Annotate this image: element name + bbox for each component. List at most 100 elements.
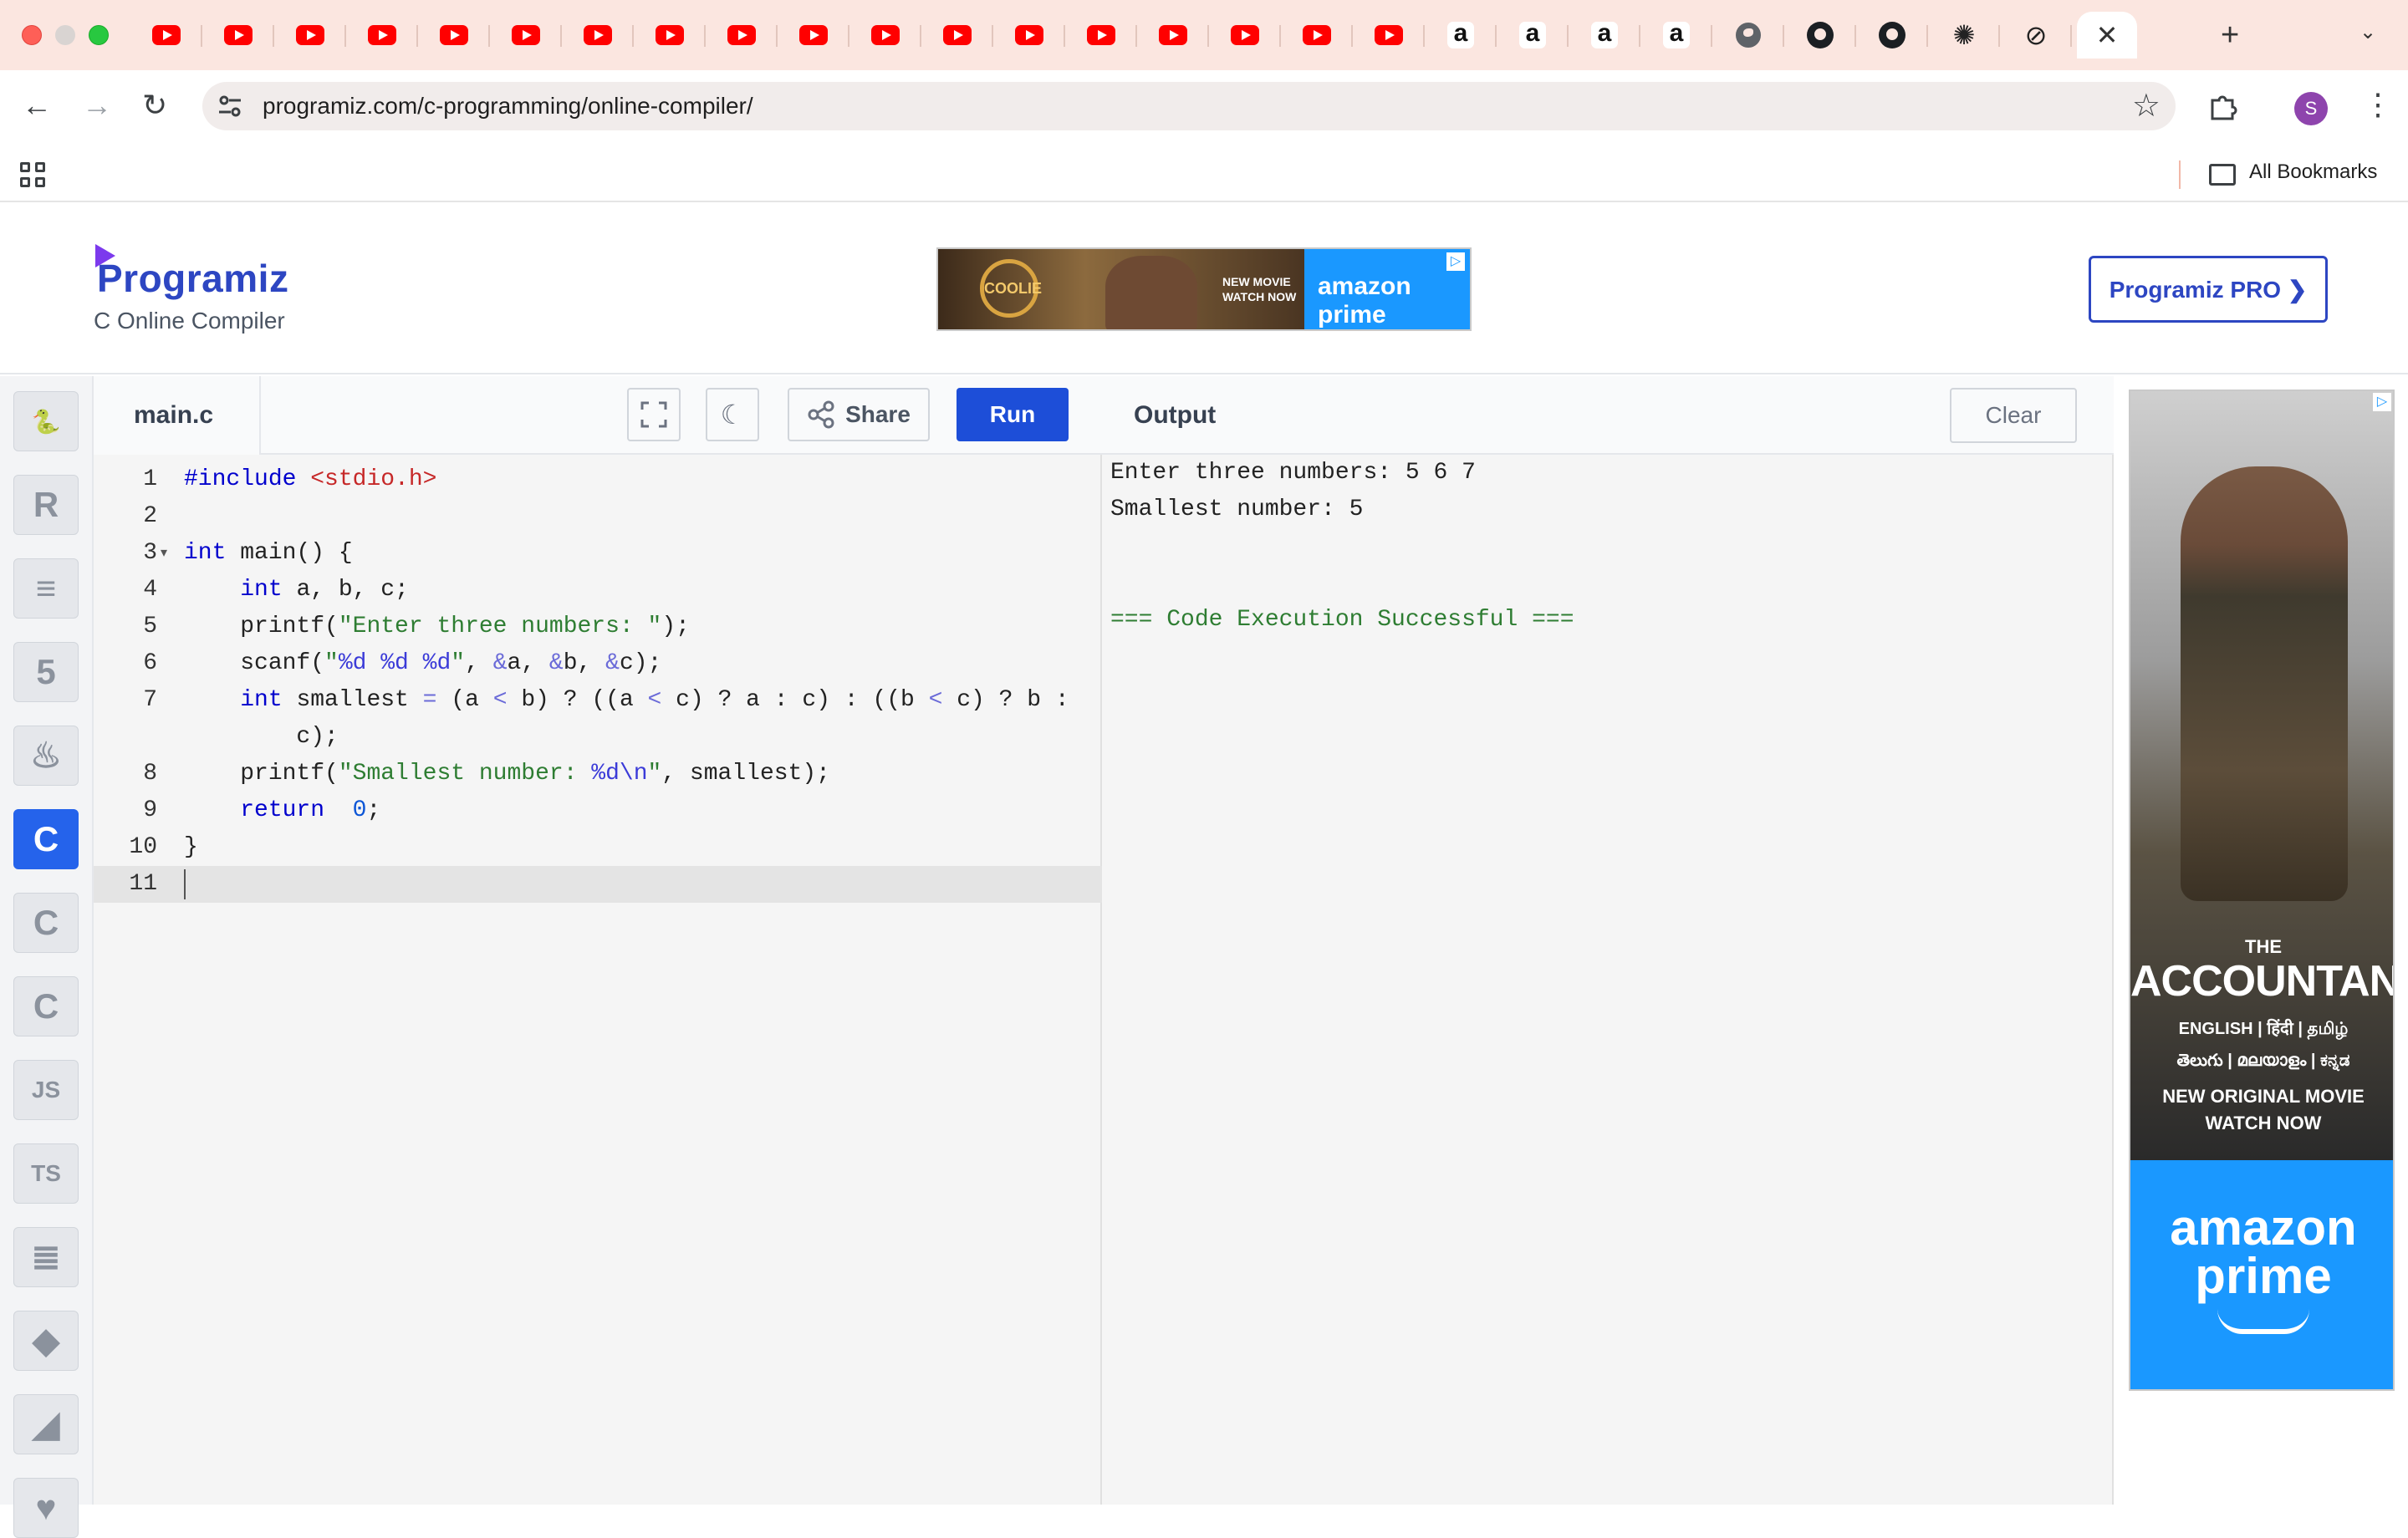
- code-line[interactable]: 4 int a, b, c;: [94, 572, 1102, 609]
- amazon-icon: a: [1519, 21, 1546, 48]
- code-line[interactable]: 9 return 0;: [94, 792, 1102, 829]
- browser-tab[interactable]: [634, 12, 706, 59]
- language-swift-button[interactable]: ◆: [13, 1311, 79, 1371]
- back-icon[interactable]: ←: [22, 87, 52, 124]
- address-bar[interactable]: programiz.com/c-programming/online-compi…: [202, 82, 2176, 130]
- browser-tab[interactable]: [1712, 12, 1784, 59]
- browser-tab[interactable]: a: [1569, 12, 1640, 59]
- reload-icon[interactable]: ↻: [142, 87, 167, 124]
- code-line[interactable]: 1 #include <stdio.h>: [94, 461, 1102, 498]
- bookmark-star-icon[interactable]: ☆: [2132, 87, 2161, 125]
- browser-tab[interactable]: [921, 12, 993, 59]
- close-tab-icon[interactable]: ✕: [2096, 19, 2119, 51]
- code-line[interactable]: c);: [94, 719, 1102, 756]
- browser-tab[interactable]: [490, 12, 562, 59]
- browser-tab[interactable]: [1784, 12, 1856, 59]
- language-typescript-button[interactable]: TS: [13, 1143, 79, 1204]
- browser-tab[interactable]: [202, 12, 274, 59]
- language-c-button[interactable]: C: [13, 809, 79, 869]
- browser-tab[interactable]: [418, 12, 490, 59]
- code-line[interactable]: 3 ▾ int main() {: [94, 535, 1102, 572]
- side-ad[interactable]: THE ACCOUNTANT² ENGLISH | हिंदी | தமிழ் …: [2129, 390, 2395, 1391]
- browser-tab[interactable]: [1281, 12, 1353, 59]
- code-line[interactable]: 2: [94, 498, 1102, 535]
- browser-tab[interactable]: [706, 12, 778, 59]
- csharp-icon: C: [33, 986, 59, 1026]
- youtube-icon: [656, 25, 684, 45]
- browser-tab[interactable]: [1353, 12, 1425, 59]
- browser-tab[interactable]: a: [1497, 12, 1569, 59]
- code-line[interactable]: 11: [94, 866, 1102, 903]
- file-tab-main-c[interactable]: main.c: [94, 376, 261, 455]
- active-browser-tab[interactable]: ✕: [2077, 12, 2137, 59]
- browser-tab[interactable]: a: [1640, 12, 1712, 59]
- code-line[interactable]: 6 scanf("%d %d %d", &a, &b, &c);: [94, 645, 1102, 682]
- language-html-button[interactable]: 5: [13, 642, 79, 702]
- fold-arrow-icon[interactable]: ▾: [161, 535, 167, 572]
- forward-icon[interactable]: →: [82, 87, 112, 124]
- run-button[interactable]: Run: [957, 388, 1069, 441]
- dark-mode-button[interactable]: ☾: [706, 388, 759, 441]
- language-javascript-button[interactable]: JS: [13, 1060, 79, 1120]
- browser-tab[interactable]: ✺: [1928, 12, 2000, 59]
- language-rust-button[interactable]: ◢: [13, 1394, 79, 1454]
- language-csharp-button[interactable]: C: [13, 976, 79, 1036]
- language-cpp-button[interactable]: C: [13, 893, 79, 953]
- browser-tab[interactable]: ⊘: [2000, 12, 2072, 59]
- browser-tab[interactable]: a: [1425, 12, 1497, 59]
- language-r-button[interactable]: R: [13, 475, 79, 535]
- profile-avatar[interactable]: S: [2294, 92, 2328, 125]
- language-sql-button[interactable]: ≡: [13, 558, 79, 619]
- browser-tab[interactable]: [274, 12, 346, 59]
- language-python-button[interactable]: 🐍: [13, 391, 79, 451]
- folder-icon[interactable]: [2209, 164, 2236, 186]
- tab-search-icon[interactable]: ⌄: [2360, 20, 2376, 44]
- code-text: c);: [184, 724, 339, 750]
- new-tab-button[interactable]: +: [2221, 17, 2239, 53]
- browser-tab[interactable]: [130, 12, 202, 59]
- editor-pane: main.c ☾ Share Run 1 #include <stdio.h> 2 3…: [94, 376, 1102, 1505]
- minimize-window-button[interactable]: [55, 25, 75, 45]
- browser-tab[interactable]: [346, 12, 418, 59]
- programiz-pro-button[interactable]: Programiz PRO ❯: [2089, 256, 2328, 323]
- browser-tab[interactable]: [1209, 12, 1281, 59]
- language-java-button[interactable]: ♨: [13, 726, 79, 786]
- browser-tab[interactable]: [778, 12, 849, 59]
- code-editor[interactable]: 1 #include <stdio.h> 2 3 ▾ int main() {4 int …: [94, 455, 1102, 1505]
- site-settings-icon[interactable]: [216, 92, 244, 120]
- language-kotlin-button[interactable]: ♥: [13, 1478, 79, 1538]
- code-line[interactable]: 8 printf("Smallest number: %d\n", smalle…: [94, 756, 1102, 792]
- share-button[interactable]: Share: [788, 388, 930, 441]
- language-sidebar: 🐍 R ≡ 5 ♨ C C C JS TS ≣ ◆ ◢ ♥: [0, 376, 94, 1538]
- browser-tab[interactable]: [562, 12, 634, 59]
- apps-grid-icon[interactable]: [20, 162, 45, 187]
- browser-tab[interactable]: [1137, 12, 1209, 59]
- code-line[interactable]: 5 printf("Enter three numbers: ");: [94, 609, 1102, 645]
- code-line[interactable]: 10}: [94, 829, 1102, 866]
- bookmarks-bar: All Bookmarks: [0, 142, 2408, 202]
- fullscreen-button[interactable]: [627, 388, 681, 441]
- all-bookmarks-button[interactable]: All Bookmarks: [2249, 142, 2377, 202]
- browser-tab[interactable]: [993, 12, 1065, 59]
- language-go-button[interactable]: ≣: [13, 1227, 79, 1287]
- code-text: scanf("%d %d %d", &a, &b, &c);: [184, 650, 662, 676]
- youtube-icon: [512, 25, 540, 45]
- browser-tab[interactable]: [1856, 12, 1928, 59]
- programiz-logo[interactable]: Programiz: [97, 256, 288, 301]
- browser-menu-icon[interactable]: ⋮: [2363, 87, 2393, 122]
- clear-button[interactable]: Clear: [1950, 388, 2077, 443]
- tab-list: a a a a ✺ ⊘ ✕: [130, 12, 2137, 59]
- extensions-icon[interactable]: [2207, 90, 2239, 122]
- browser-tab[interactable]: [849, 12, 921, 59]
- browser-tab[interactable]: [1065, 12, 1137, 59]
- code-text: printf("Enter three numbers: ");: [184, 614, 690, 639]
- code-line[interactable]: 7 int smallest = (a < b) ? ((a < c) ? a …: [94, 682, 1102, 719]
- output-toolbar: Output Clear: [1102, 376, 2114, 455]
- url-text[interactable]: programiz.com/c-programming/online-compi…: [263, 82, 753, 130]
- maximize-window-button[interactable]: [89, 25, 109, 45]
- side-adchoices-icon[interactable]: ▷: [2373, 393, 2391, 411]
- adchoices-icon[interactable]: ▷: [1446, 252, 1465, 271]
- close-window-button[interactable]: [22, 25, 42, 45]
- code-text: return 0;: [240, 797, 381, 823]
- banner-ad[interactable]: COOLIE NEW MOVIE WATCH NOW amazon prime …: [936, 247, 1472, 331]
